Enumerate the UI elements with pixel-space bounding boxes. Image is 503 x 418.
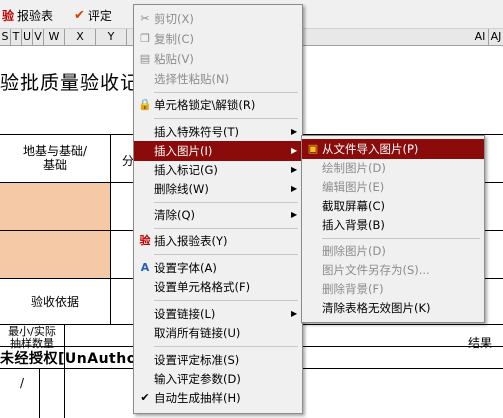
paste-icon: ▤ — [139, 52, 151, 65]
menu-item-insert-mark[interactable]: 插入标记(G) ▶ — [134, 160, 302, 180]
image-icon: ▣ — [307, 142, 319, 155]
submenu-arrow-icon: ▶ — [291, 309, 298, 318]
context-menu: ✂ 剪切(X) ❐ 复制(C) ▤ 粘贴(V) 选择性粘贴(N) 🔒 单元格锁定… — [133, 4, 303, 414]
column-header-s[interactable]: S — [0, 29, 11, 45]
evaluate-label: 评定 — [87, 8, 112, 23]
menu-item-lock-unlock[interactable]: 🔒 单元格锁定\解锁(R) — [134, 95, 302, 115]
submenu-arrow-icon: ▶ — [291, 210, 298, 219]
report-form-button[interactable]: 验 报验表 — [2, 6, 53, 24]
submenu-item-delete-background[interactable]: 删除背景(F) — [302, 279, 484, 299]
menu-item-auto-sampling[interactable]: ✔ 自动生成抽样(H) — [134, 388, 302, 408]
menu-item-input-parameters[interactable]: 输入评定参数(D) — [134, 369, 302, 389]
submenu-item-delete-picture[interactable]: 删除图片(D) — [302, 241, 484, 261]
menu-item-paste-special[interactable]: 选择性粘贴(N) — [134, 69, 302, 89]
menu-item-clear[interactable]: 清除(Q) ▶ — [134, 205, 302, 225]
submenu-item-edit-picture[interactable]: 编辑图片(E) — [302, 177, 484, 197]
submenu-arrow-icon: ▶ — [291, 146, 298, 155]
report-form-label: 报验表 — [17, 8, 54, 23]
checkmark-icon: ✔ — [74, 7, 85, 23]
menu-item-cut[interactable]: ✂ 剪切(X) — [134, 9, 302, 29]
column-header-t[interactable]: T — [11, 29, 22, 45]
slash-cell: / — [20, 376, 25, 390]
acceptance-basis-label: 验收依据 — [30, 295, 79, 309]
lock-icon: 🔒 — [138, 98, 152, 111]
submenu-arrow-icon: ▶ — [291, 127, 298, 136]
column-header-y[interactable]: Y — [96, 29, 127, 45]
insert-picture-submenu: ▣ 从文件导入图片(P) 绘制图片(D) 编辑图片(E) 截取屏幕(C) 插入背… — [301, 135, 485, 323]
submenu-item-clear-invalid-pictures[interactable]: 清除表格无效图片(K) — [302, 298, 484, 318]
highlighted-cell[interactable] — [0, 183, 110, 230]
report-icon: 验 — [139, 234, 151, 247]
document-title: 验批质量验收记 — [0, 72, 141, 94]
column-header-ai[interactable]: AI — [472, 29, 489, 45]
column-header-v[interactable]: V — [33, 29, 44, 45]
menu-item-paste[interactable]: ▤ 粘贴(V) — [134, 49, 302, 69]
result-header: 结果 — [468, 336, 493, 350]
font-icon: A — [140, 261, 150, 274]
menu-item-remove-all-links[interactable]: 取消所有链接(U) — [134, 323, 302, 343]
column-header-u[interactable]: U — [22, 29, 33, 45]
column-header-x[interactable]: X — [65, 29, 96, 45]
menu-item-cell-format[interactable]: 设置单元格格式(F) — [134, 277, 302, 297]
column-header-w[interactable]: W — [44, 29, 65, 45]
scissors-icon: ✂ — [140, 12, 150, 25]
submenu-item-capture-screen[interactable]: 截取屏幕(C) — [302, 196, 484, 216]
checkmark-icon: ✔ — [140, 391, 150, 404]
highlighted-cell[interactable] — [0, 231, 110, 278]
evaluate-button[interactable]: ✔ 评定 — [74, 6, 112, 24]
menu-item-insert-special-symbol[interactable]: 插入特殊符号(T) ▶ — [134, 122, 302, 142]
menu-item-copy[interactable]: ❐ 复制(C) — [134, 29, 302, 49]
menu-item-insert-report-form[interactable]: 验 插入报验表(Y) — [134, 231, 302, 251]
submenu-item-import-from-file[interactable]: ▣ 从文件导入图片(P) — [302, 139, 484, 159]
menu-item-strikethrough[interactable]: 删除线(W) ▶ — [134, 179, 302, 199]
menu-item-insert-picture[interactable]: 插入图片(I) ▶ — [134, 141, 302, 161]
submenu-arrow-icon: ▶ — [291, 165, 298, 174]
report-icon: 验 — [2, 8, 15, 23]
submenu-item-insert-background[interactable]: 插入背景(B) — [302, 215, 484, 235]
submenu-item-draw-picture[interactable]: 绘制图片(D) — [302, 158, 484, 178]
table-header-foundation: 地基与基础/ 基础 — [22, 144, 88, 172]
menu-item-set-font[interactable]: A 设置字体(A) — [134, 258, 302, 278]
menu-item-set-criteria[interactable]: 设置评定标准(S) — [134, 350, 302, 370]
submenu-item-save-picture-as[interactable]: 图片文件另存为(S)... — [302, 260, 484, 280]
column-header-aj[interactable]: AJ — [489, 29, 503, 45]
copy-icon: ❐ — [140, 32, 150, 45]
sample-count-header: 最小/实际 抽样数量 — [8, 325, 56, 350]
menu-item-set-link[interactable]: 设置链接(L) ▶ — [134, 304, 302, 324]
submenu-arrow-icon: ▶ — [291, 184, 298, 193]
